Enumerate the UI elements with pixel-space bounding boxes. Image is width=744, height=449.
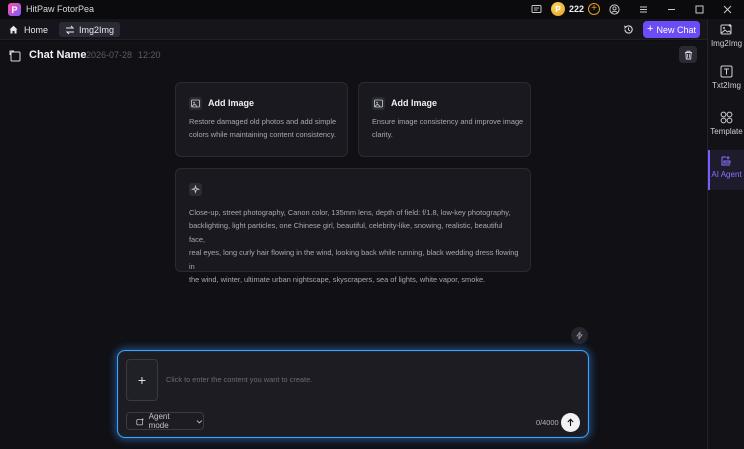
card-title: Add Image (391, 98, 438, 108)
chat-time: 12:20 (138, 50, 161, 60)
coin-icon: P (551, 2, 565, 16)
suggestion-card-restore[interactable]: Add Image Restore damaged old photos and… (175, 82, 348, 157)
chat-icon (9, 50, 21, 62)
prompt-composer: + Agent mode 0/4000 (117, 350, 589, 438)
card-title: Add Image (208, 98, 255, 108)
card-description: Restore damaged old photos and add simpl… (189, 115, 336, 141)
sidebar-item-txt2img[interactable]: Txt2Img (708, 61, 744, 101)
arrow-up-icon (567, 418, 574, 426)
agent-mode-label: Agent mode (148, 412, 170, 430)
card-desc-line: colors while maintaining content consist… (189, 130, 336, 139)
prompt-input[interactable] (166, 359, 576, 399)
prompt-line: real eyes, long curly hair flowing in th… (189, 248, 519, 271)
tab-img2img-label: Img2Img (79, 24, 115, 35)
sidebar-item-label: Template (710, 127, 743, 136)
close-icon[interactable] (720, 2, 735, 17)
suggestion-card-prompt[interactable]: Close-up, street photography, Canon colo… (175, 168, 531, 284)
sidebar-item-label: Txt2Img (712, 81, 741, 90)
chevron-down-icon (196, 419, 203, 424)
template-grid-icon (720, 111, 733, 124)
right-sidebar: Img2Img Txt2Img Template AI Agent (707, 19, 744, 449)
app-title: HitPaw FotorPea (26, 4, 95, 14)
chat-date: 2026-07-28 (86, 50, 133, 60)
quick-action-button[interactable] (571, 327, 588, 344)
card-desc-line: clarity. (372, 130, 393, 139)
lightning-icon (576, 331, 583, 340)
history-button[interactable] (621, 22, 636, 37)
new-chat-button[interactable]: + New Chat (643, 21, 700, 38)
tab-img2img[interactable]: Img2Img (59, 22, 121, 37)
add-image-icon (372, 97, 385, 110)
delete-chat-button[interactable] (679, 46, 697, 63)
main-panel: Chat Name 2026-07-28 12:20 Add Image Res… (0, 41, 707, 449)
home-icon (9, 25, 18, 34)
maximize-icon[interactable] (692, 2, 707, 17)
char-counter: 0/4000 (536, 418, 559, 427)
sidebar-item-template[interactable]: Template (708, 107, 744, 147)
trash-icon (684, 50, 692, 59)
send-button[interactable] (561, 413, 580, 432)
agent-mode-dropdown[interactable]: Agent mode (126, 412, 204, 430)
sidebar-item-img2img[interactable]: Img2Img (708, 19, 744, 59)
text-image-icon (720, 65, 733, 78)
coin-balance: 222 (569, 4, 585, 14)
prompt-line: Close-up, street photography, Canon colo… (189, 208, 511, 217)
image-icon (720, 23, 733, 36)
plus-icon: + (647, 23, 654, 35)
tab-home-label: Home (24, 24, 49, 35)
ai-agent-icon (720, 154, 733, 167)
card-desc-line: Ensure image consistency and improve ima… (372, 117, 524, 126)
minimize-icon[interactable] (664, 2, 679, 17)
chat-name[interactable]: Chat Name (29, 49, 86, 61)
tab-home[interactable]: Home (8, 22, 48, 37)
title-bar: P HitPaw FotorPea P 222 + (0, 0, 744, 19)
sidebar-item-label: Img2Img (710, 39, 743, 48)
card-description: Ensure image consistency and improve ima… (372, 115, 523, 141)
sidebar-item-label: AI Agent (711, 170, 742, 179)
prompt-text: Close-up, street photography, Canon colo… (189, 206, 519, 286)
suggestion-card-clarity[interactable]: Add Image Ensure image consistency and i… (358, 82, 531, 157)
sidebar-item-ai-agent[interactable]: AI Agent (708, 150, 744, 190)
add-attachment-button[interactable]: + (126, 359, 158, 401)
card-desc-line: Restore damaged old photos and add simpl… (189, 117, 337, 126)
user-icon[interactable] (607, 2, 622, 17)
app-logo: P (8, 3, 21, 16)
swap-icon (65, 25, 75, 34)
add-image-icon (189, 97, 202, 110)
new-chat-label: New Chat (656, 24, 696, 35)
prompt-line: the wind, winter, ultimate urban nightsc… (189, 275, 486, 285)
history-icon (623, 25, 633, 34)
add-coins-button[interactable]: + (588, 3, 600, 15)
menu-icon[interactable] (636, 2, 651, 17)
tab-bar: Home Img2Img + New Chat (0, 19, 707, 40)
sparkle-icon (189, 183, 202, 196)
prompt-line: backlighting, light particles, one Chine… (189, 221, 503, 244)
message-icon[interactable] (529, 2, 544, 17)
agent-icon (136, 417, 145, 425)
